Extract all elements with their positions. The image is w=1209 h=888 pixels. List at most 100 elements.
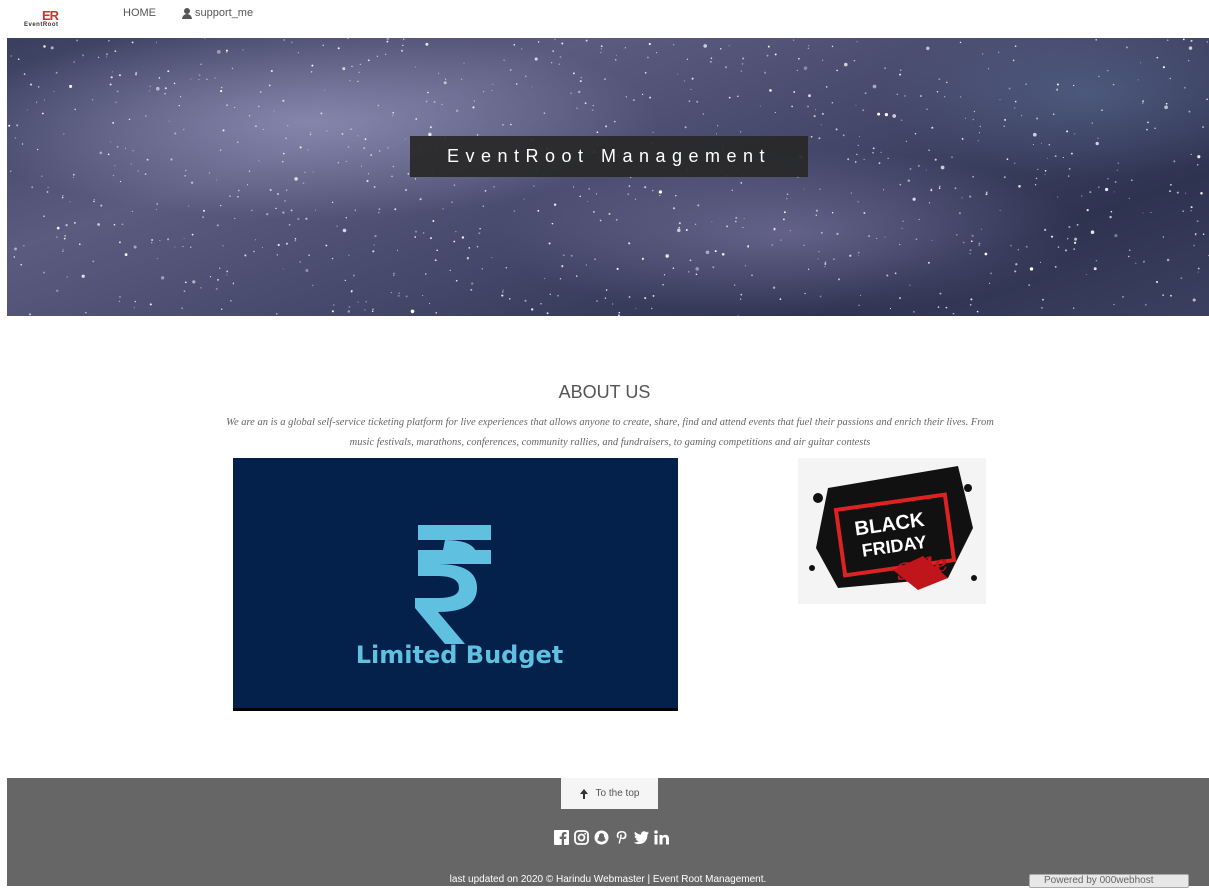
star <box>931 126 934 129</box>
star <box>105 53 109 56</box>
star <box>662 283 664 286</box>
star <box>350 290 353 293</box>
instagram-icon[interactable] <box>573 829 590 846</box>
star <box>971 234 974 237</box>
star <box>592 105 594 107</box>
star <box>119 296 121 298</box>
star <box>537 209 540 212</box>
logo[interactable]: ER EventRoot <box>24 8 90 30</box>
star <box>1202 126 1205 129</box>
star <box>774 53 777 56</box>
to-top-button[interactable]: To the top <box>561 778 658 809</box>
star <box>791 105 793 108</box>
star <box>876 237 878 239</box>
star <box>14 247 17 251</box>
star <box>1137 79 1139 81</box>
star <box>515 83 518 85</box>
star <box>1190 153 1192 156</box>
star <box>1003 176 1006 179</box>
facebook-icon[interactable] <box>553 829 570 846</box>
star <box>773 227 776 230</box>
star <box>13 256 16 258</box>
star <box>1162 236 1165 238</box>
star <box>1066 237 1069 240</box>
star <box>651 189 654 192</box>
star <box>548 242 551 245</box>
star <box>1128 249 1131 252</box>
star <box>246 184 249 186</box>
star <box>605 289 608 291</box>
star <box>779 298 782 300</box>
star <box>798 57 800 60</box>
linkedin-icon[interactable] <box>653 829 670 846</box>
star <box>624 47 627 49</box>
star <box>445 78 447 80</box>
star <box>277 193 279 195</box>
star <box>1206 41 1208 43</box>
pinterest-icon[interactable] <box>613 829 630 846</box>
footer: To the top last updated on 2020 © Harind… <box>7 778 1209 888</box>
nav-home-link[interactable]: HOME <box>123 7 156 19</box>
star <box>872 84 877 89</box>
star <box>112 174 115 177</box>
star <box>815 209 819 212</box>
star <box>63 133 65 135</box>
star <box>1010 244 1012 247</box>
star <box>691 77 694 80</box>
star <box>429 302 431 304</box>
star <box>850 192 852 194</box>
star <box>972 176 974 178</box>
star <box>1188 46 1193 50</box>
star <box>502 291 504 293</box>
star <box>1018 185 1021 188</box>
star <box>1095 259 1098 262</box>
star <box>976 310 979 313</box>
star <box>690 88 692 91</box>
star <box>310 132 312 134</box>
nav-support-link[interactable]: support_me <box>182 7 253 19</box>
star <box>759 105 761 107</box>
star <box>672 207 676 210</box>
star <box>1085 273 1087 276</box>
star <box>184 281 187 284</box>
star <box>393 274 395 277</box>
star <box>437 72 440 74</box>
star <box>959 96 962 98</box>
twitter-icon[interactable] <box>633 829 650 846</box>
star <box>909 167 912 170</box>
star <box>325 244 328 247</box>
star <box>918 165 920 167</box>
star <box>1068 225 1071 229</box>
star <box>783 211 786 214</box>
snapchat-icon[interactable] <box>593 829 610 846</box>
star <box>808 45 810 47</box>
star <box>618 311 621 314</box>
star <box>600 45 603 48</box>
star <box>1135 262 1137 264</box>
star <box>977 140 979 142</box>
star <box>109 141 111 143</box>
star <box>810 135 813 138</box>
star <box>912 310 915 313</box>
star <box>814 109 817 111</box>
star <box>215 179 217 181</box>
star <box>473 100 475 102</box>
star <box>1006 158 1009 161</box>
star <box>824 261 827 263</box>
star <box>859 294 862 296</box>
star <box>743 217 745 220</box>
star <box>130 163 132 165</box>
star <box>856 153 858 156</box>
star <box>109 83 112 86</box>
star <box>628 296 631 298</box>
star <box>1039 261 1041 263</box>
logo-text: EventRoot <box>24 22 59 28</box>
star <box>472 106 475 109</box>
star <box>717 125 719 127</box>
star <box>735 216 738 219</box>
star <box>135 73 137 76</box>
star <box>149 303 152 306</box>
star <box>341 132 344 135</box>
star <box>425 100 428 103</box>
star <box>226 104 229 107</box>
